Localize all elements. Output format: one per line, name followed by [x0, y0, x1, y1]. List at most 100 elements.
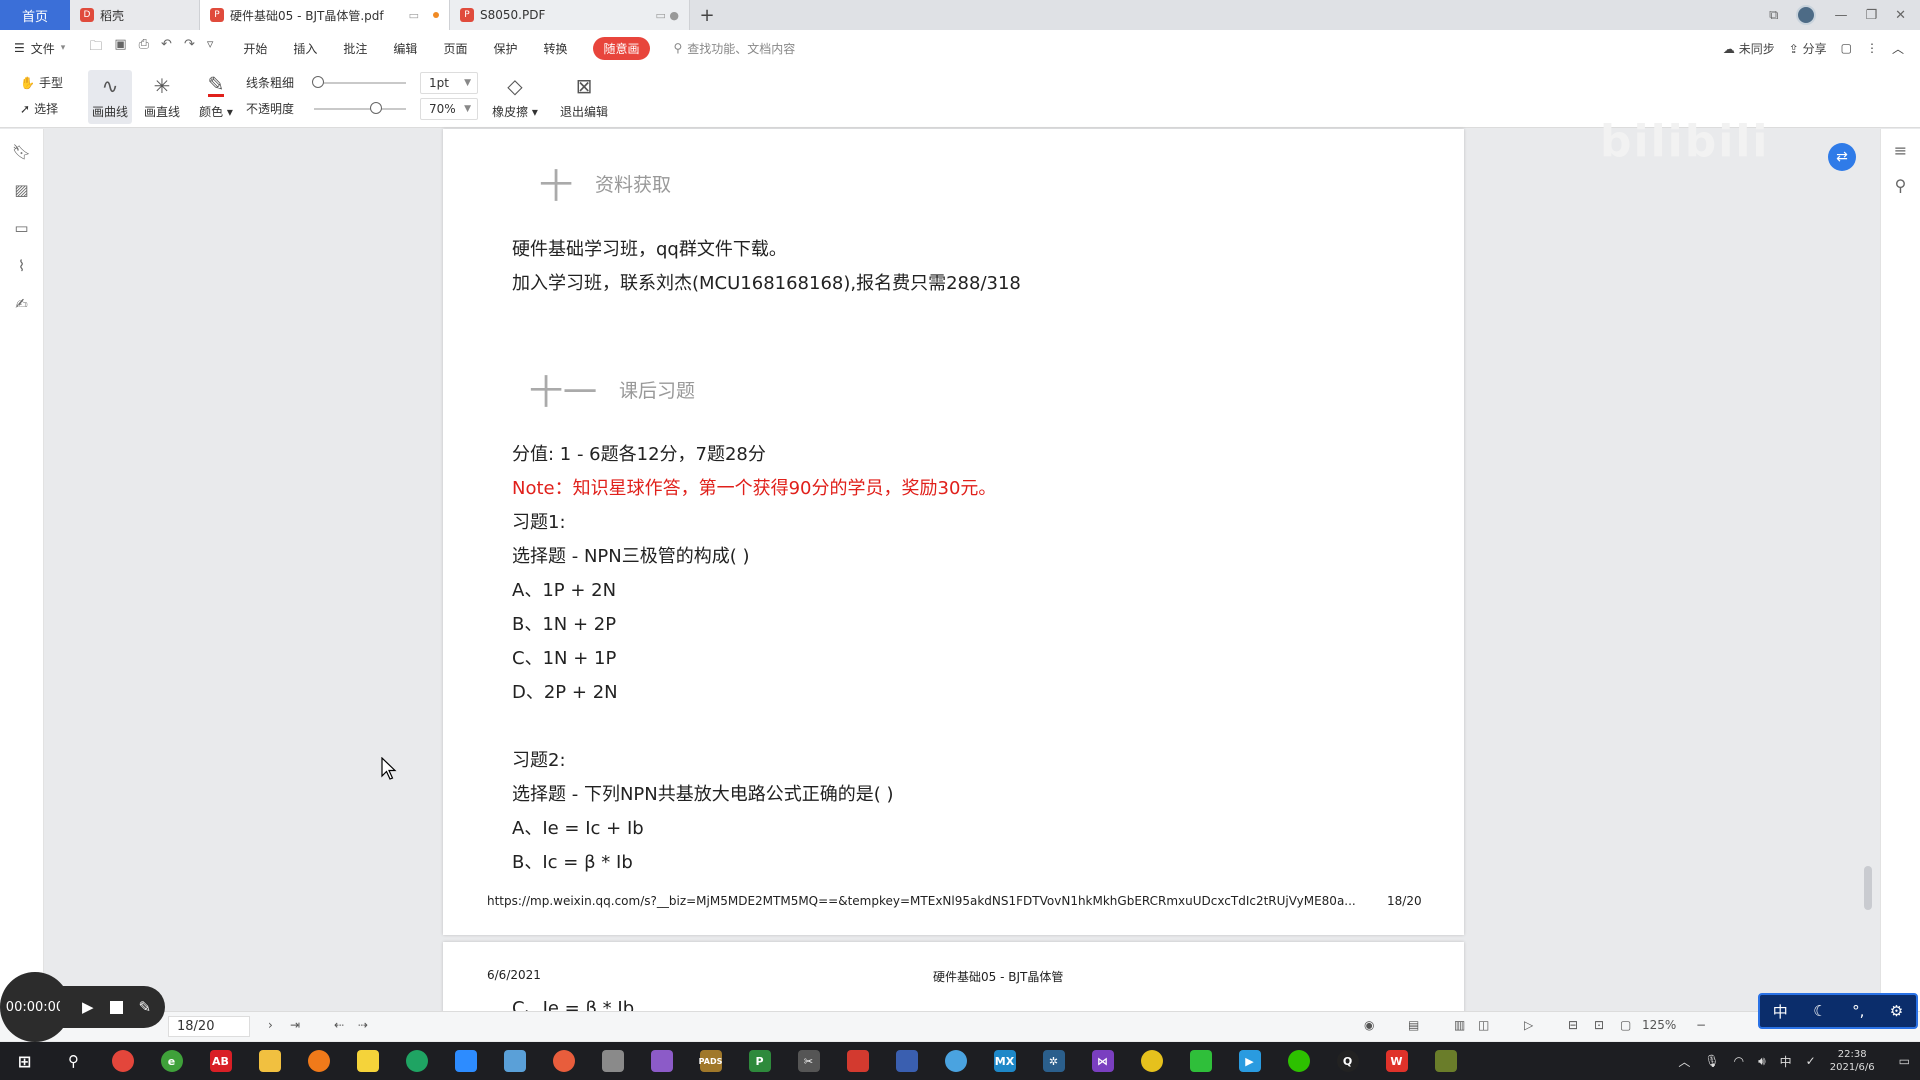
play-icon[interactable]: ▷ — [1524, 1018, 1533, 1032]
taskbar-app[interactable] — [1421, 1042, 1470, 1080]
tab-docer[interactable]: D 稻壳 — [70, 0, 200, 30]
fit-width-icon[interactable]: ⊟ — [1568, 1018, 1578, 1032]
taskbar-app[interactable] — [294, 1042, 343, 1080]
menu-freehand[interactable]: 随意画 — [593, 36, 650, 60]
tab-active-document[interactable]: P 硬件基础05 - BJT晶体管.pdf ▭ — [200, 0, 450, 30]
comment-icon[interactable]: ▢ — [1841, 41, 1852, 55]
tab-other-document[interactable]: P S8050.PDF ▭ ● — [450, 0, 690, 30]
single-page-icon[interactable]: ▤ — [1408, 1018, 1419, 1032]
security-icon[interactable]: ✓ — [1806, 1054, 1816, 1068]
taskbar-app[interactable]: ⋈ — [1078, 1042, 1127, 1080]
taskbar-explorer[interactable] — [245, 1042, 294, 1080]
bookmark-icon[interactable]: 🔖︎ — [12, 143, 31, 161]
forward-icon[interactable]: ⇢ — [358, 1018, 368, 1032]
eye-protect-icon[interactable]: ◉ — [1364, 1018, 1374, 1032]
thumbnail-icon[interactable]: ▨ — [14, 181, 28, 199]
last-page-icon[interactable]: ⇥ — [290, 1018, 300, 1032]
opacity-knob[interactable] — [370, 102, 382, 114]
translate-float-button[interactable]: ⇄ — [1828, 143, 1856, 171]
close-window-icon[interactable]: ✕ — [1895, 8, 1906, 23]
taskbar-app[interactable] — [441, 1042, 490, 1080]
taskbar-app[interactable] — [931, 1042, 980, 1080]
taskbar-app[interactable]: e — [147, 1042, 196, 1080]
tab-home[interactable]: 首页 — [0, 0, 70, 30]
sync-button[interactable]: ☁ 未同步 — [1723, 40, 1775, 57]
attachment-icon[interactable]: ⌇ — [18, 257, 25, 275]
color-button[interactable]: ✎ 颜色 ▾ — [196, 70, 236, 124]
undo-icon[interactable]: ↶ — [161, 37, 172, 59]
new-tab-button[interactable]: + — [690, 0, 724, 30]
taskbar-app[interactable] — [637, 1042, 686, 1080]
taskbar-search[interactable]: ⚲ — [49, 1042, 98, 1080]
select-tool[interactable]: ➚ 选择 — [20, 100, 58, 117]
taskbar-app[interactable] — [490, 1042, 539, 1080]
open-icon[interactable]: 🗀 — [89, 37, 102, 59]
menu-convert[interactable]: 转换 — [543, 40, 567, 57]
zoom-out-icon[interactable]: − — [1696, 1018, 1706, 1032]
taskbar-app[interactable]: MX — [980, 1042, 1029, 1080]
volume-icon[interactable]: 🔊︎ — [1758, 1054, 1766, 1069]
clock[interactable]: 22:38 2021/6/6 — [1830, 1048, 1875, 1074]
start-button[interactable]: ⊞ — [0, 1042, 49, 1080]
restore-icon[interactable]: ❐ — [1865, 8, 1877, 23]
taskbar-wechat[interactable] — [1274, 1042, 1323, 1080]
taskbar-app[interactable] — [1176, 1042, 1225, 1080]
two-page-icon[interactable]: ◫ — [1478, 1018, 1489, 1032]
back-icon[interactable]: ⇠ — [334, 1018, 344, 1032]
page-footer-url[interactable]: https://mp.weixin.qq.com/s?__biz=MjM5MDE… — [487, 894, 1356, 908]
continuous-icon[interactable]: ▥ — [1454, 1018, 1465, 1032]
taskbar-app[interactable] — [588, 1042, 637, 1080]
save-icon[interactable]: ▣ — [114, 37, 126, 59]
taskbar-app[interactable] — [343, 1042, 392, 1080]
taskbar-app[interactable] — [392, 1042, 441, 1080]
search-box[interactable]: ⚲ 查找功能、文档内容 — [674, 40, 796, 57]
punctuation-icon[interactable]: °, — [1852, 1002, 1864, 1020]
taskbar-app[interactable]: ▶ — [1225, 1042, 1274, 1080]
exit-edit-button[interactable]: ⊠ 退出编辑 — [558, 70, 610, 124]
line-width-knob[interactable] — [312, 76, 324, 88]
play-icon[interactable]: ▶ — [82, 998, 94, 1016]
taskbar-app[interactable] — [833, 1042, 882, 1080]
taskbar-app[interactable]: ✲ — [1029, 1042, 1078, 1080]
draw-curve-button[interactable]: ∿ 画曲线 — [88, 70, 132, 124]
opacity-slider[interactable] — [314, 108, 406, 110]
ime-language[interactable]: 中 — [1773, 1001, 1788, 1022]
tile-icon[interactable]: ⧉ — [1769, 8, 1778, 23]
taskbar-app[interactable]: PADS — [686, 1042, 735, 1080]
taskbar-wps[interactable]: W — [1372, 1042, 1421, 1080]
menu-edit[interactable]: 编辑 — [393, 40, 417, 57]
panel-menu-icon[interactable]: ≡ — [1894, 141, 1907, 160]
zoom-search-icon[interactable]: ⚲ — [1895, 176, 1907, 195]
avatar[interactable] — [1796, 5, 1817, 25]
menu-start[interactable]: 开始 — [243, 40, 267, 57]
eraser-button[interactable]: ◇ 橡皮擦 ▾ — [490, 70, 540, 124]
taskbar-chrome[interactable] — [98, 1042, 147, 1080]
signature-icon[interactable]: ✍ — [15, 295, 28, 313]
taskbar-app[interactable]: ✂ — [784, 1042, 833, 1080]
taskbar-app[interactable] — [1127, 1042, 1176, 1080]
print-icon[interactable]: ⎙ — [139, 37, 149, 59]
settings-gear-icon[interactable]: ⚙ — [1890, 1002, 1903, 1020]
taskbar-app[interactable]: P — [735, 1042, 784, 1080]
more-options-icon[interactable]: ⋮ — [1866, 41, 1878, 55]
wifi-icon[interactable]: ◠ — [1734, 1054, 1744, 1068]
vertical-scrollbar[interactable] — [1864, 866, 1872, 910]
taskbar-qq[interactable]: Q — [1323, 1042, 1372, 1080]
menu-insert[interactable]: 插入 — [293, 40, 317, 57]
fit-page-icon[interactable]: ⊡ — [1594, 1018, 1604, 1032]
microphone-icon[interactable]: 🎙︎ — [1704, 1054, 1719, 1068]
collapse-ribbon-icon[interactable]: ︿ — [1892, 40, 1904, 57]
notification-icon[interactable]: ▭ — [1899, 1054, 1910, 1068]
menu-page[interactable]: 页面 — [443, 40, 467, 57]
hand-tool[interactable]: ✋ 手型 — [20, 74, 63, 91]
redo-icon[interactable]: ↷ — [184, 37, 195, 59]
line-width-slider[interactable] — [316, 82, 406, 84]
more-icon[interactable]: ▿ — [207, 37, 214, 59]
opacity-select[interactable]: 70% ▼ — [420, 98, 478, 120]
comment-icon[interactable]: ▭ — [14, 219, 28, 237]
pen-icon[interactable]: ✎ — [139, 998, 152, 1016]
zoom-level[interactable]: 125% — [1642, 1018, 1676, 1032]
stop-icon[interactable] — [109, 1000, 123, 1014]
minimize-icon[interactable]: — — [1834, 8, 1847, 23]
draw-line-button[interactable]: ✳ 画直线 — [140, 70, 184, 124]
